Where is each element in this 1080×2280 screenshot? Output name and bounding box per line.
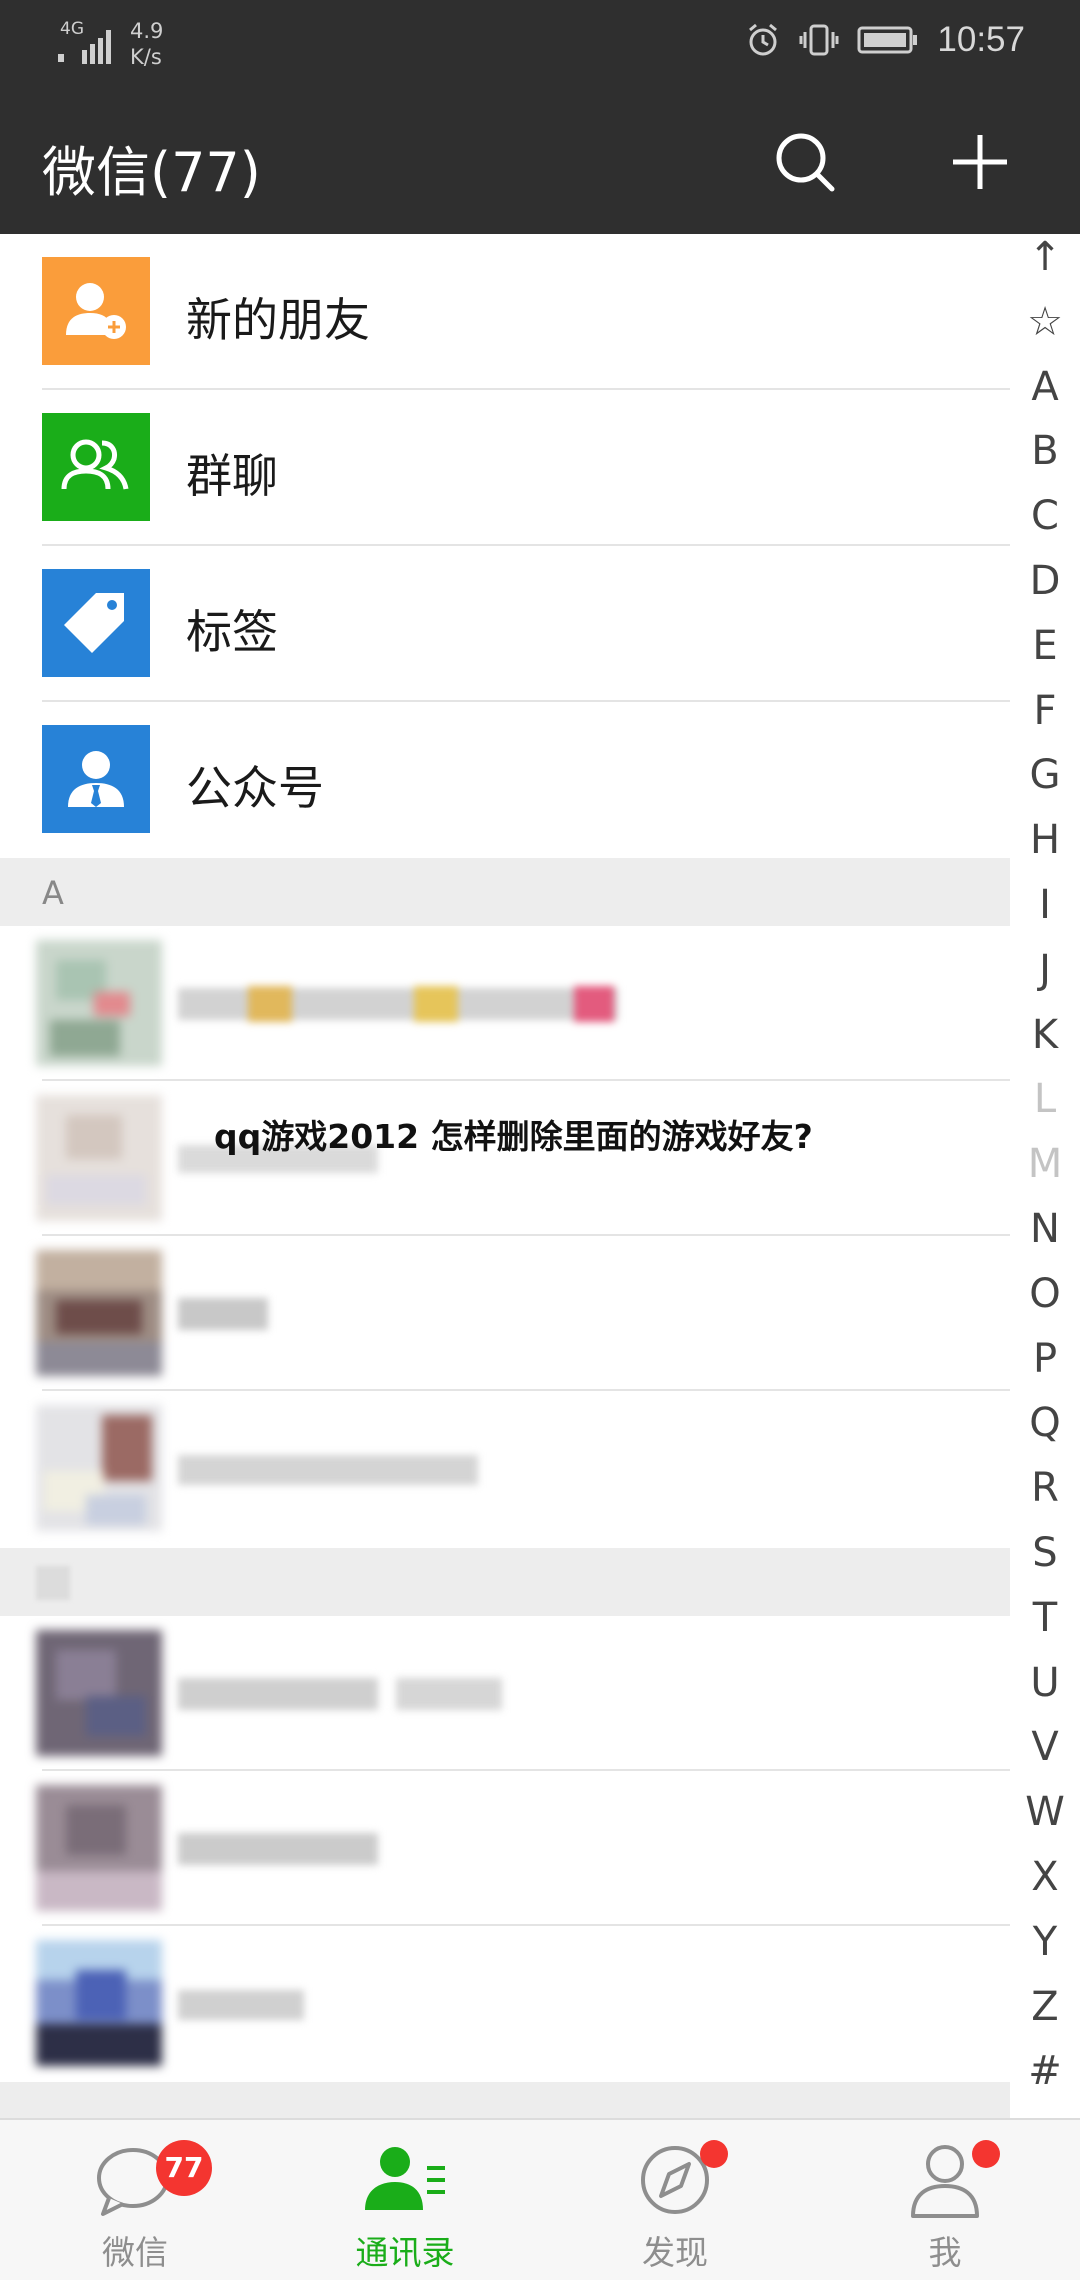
avatar	[36, 1785, 162, 1911]
index-letter[interactable]: #	[1010, 2048, 1080, 2094]
menu-label: 标签	[186, 605, 278, 659]
index-letter[interactable]: P	[1010, 1336, 1080, 1382]
list-item[interactable]	[0, 926, 1010, 1081]
index-letter[interactable]: S	[1010, 1530, 1080, 1576]
plus-icon[interactable]	[945, 127, 1015, 197]
unread-badge: 77	[156, 2140, 212, 2196]
menu-official-accounts[interactable]: 公众号	[0, 702, 1010, 858]
contact-name	[178, 1672, 502, 1716]
clock: 10:57	[937, 20, 1025, 59]
avatar	[36, 1405, 162, 1531]
avatar	[36, 1250, 162, 1376]
list-item[interactable]	[0, 1771, 1010, 1926]
index-letter[interactable]: N	[1010, 1206, 1080, 1252]
contact-name	[178, 1447, 478, 1491]
menu-label: 群聊	[186, 449, 278, 503]
list-item[interactable]	[0, 1081, 1010, 1236]
index-letter[interactable]: F	[1010, 688, 1080, 734]
list-item[interactable]	[0, 1926, 1010, 2081]
tab-label: 微信	[102, 2233, 168, 2272]
contacts-icon	[365, 2147, 445, 2210]
index-letter[interactable]: V	[1010, 1724, 1080, 1770]
index-letter[interactable]: L	[1010, 1076, 1080, 1122]
menu-label: 公众号	[186, 761, 324, 815]
section-header	[0, 2082, 1010, 2118]
index-letter[interactable]: R	[1010, 1465, 1080, 1511]
notification-dot	[700, 2140, 728, 2168]
contact-name	[178, 1982, 304, 2026]
index-letter[interactable]: T	[1010, 1595, 1080, 1641]
avatar	[36, 1095, 162, 1221]
menu-label: 新的朋友	[186, 293, 370, 347]
menu-tags[interactable]: 标签	[0, 546, 1010, 702]
index-letter[interactable]: A	[1010, 364, 1080, 410]
avatar	[36, 1940, 162, 2066]
index-letter[interactable]: K	[1010, 1012, 1080, 1058]
page-title: 微信(77)	[42, 141, 261, 204]
notification-dot	[972, 2140, 1000, 2168]
tab-label: 发现	[642, 2233, 708, 2272]
index-letter[interactable]: J	[1010, 947, 1080, 993]
section-label-blurred	[36, 1566, 70, 1600]
contact-name	[178, 1292, 268, 1336]
index-letter[interactable]: ☆	[1010, 299, 1080, 345]
index-letter[interactable]: H	[1010, 817, 1080, 863]
avatar	[36, 1630, 162, 1756]
vibrate-icon	[799, 24, 839, 56]
index-letter[interactable]: D	[1010, 558, 1080, 604]
index-letter[interactable]: Y	[1010, 1919, 1080, 1965]
index-letter[interactable]: ↑	[1010, 234, 1080, 280]
list-item[interactable]	[0, 1391, 1010, 1546]
tab-label: 通讯录	[355, 2233, 455, 2272]
bottom-tab-bar: 77 微信 通讯录 发现 我	[0, 2118, 1080, 2280]
tab-discover[interactable]: 发现	[540, 2120, 810, 2280]
status-right: 10:57	[745, 20, 1025, 60]
index-letter[interactable]: X	[1010, 1854, 1080, 1900]
avatar	[36, 940, 162, 1066]
index-letter[interactable]: C	[1010, 493, 1080, 539]
index-letter[interactable]: U	[1010, 1660, 1080, 1706]
status-bar: 4G 4.9 K/s 10:57	[0, 0, 1080, 92]
tag-icon	[42, 569, 150, 677]
index-letter[interactable]: O	[1010, 1271, 1080, 1317]
search-icon[interactable]	[770, 127, 840, 197]
alarm-icon	[749, 23, 778, 56]
network-speed: 4.9 K/s	[130, 19, 164, 69]
app-bar: 微信(77)	[0, 92, 1080, 234]
tab-label: 我	[928, 2233, 962, 2272]
alphabet-index[interactable]: ↑ ☆ A B C D E F G H I J K L M N O P Q R S T U V W X Y Z #	[1010, 234, 1080, 2114]
menu-new-friends[interactable]: 新的朋友	[0, 234, 1010, 390]
index-letter[interactable]: M	[1010, 1141, 1080, 1187]
overlay-caption: qq游戏2012 怎样删除里面的游戏好友?	[214, 1117, 813, 1156]
tab-me[interactable]: 我	[810, 2120, 1080, 2280]
list-item[interactable]	[0, 1236, 1010, 1391]
menu-group-chats[interactable]: 群聊	[0, 390, 1010, 546]
section-header-a: A	[0, 858, 1010, 926]
tab-chats[interactable]: 77 微信	[0, 2120, 270, 2280]
contact-name	[178, 982, 618, 1026]
index-letter[interactable]: B	[1010, 428, 1080, 474]
battery-icon	[857, 26, 918, 54]
add-friend-icon	[42, 257, 150, 365]
section-label: A	[42, 874, 64, 912]
contact-name	[178, 1827, 378, 1871]
index-letter[interactable]: G	[1010, 752, 1080, 798]
official-account-icon	[42, 725, 150, 833]
index-letter[interactable]: I	[1010, 882, 1080, 928]
index-letter[interactable]: E	[1010, 623, 1080, 669]
tab-contacts[interactable]: 通讯录	[270, 2120, 540, 2280]
index-letter[interactable]: Q	[1010, 1400, 1080, 1446]
section-header	[0, 1548, 1010, 1616]
list-item[interactable]	[0, 1616, 1010, 1771]
signal-icon	[58, 30, 111, 64]
contacts-menu: 新的朋友 群聊 标签 公众号	[0, 234, 1010, 858]
index-letter[interactable]: W	[1010, 1789, 1080, 1835]
index-letter[interactable]: Z	[1010, 1984, 1080, 2030]
group-chat-icon	[42, 413, 150, 521]
